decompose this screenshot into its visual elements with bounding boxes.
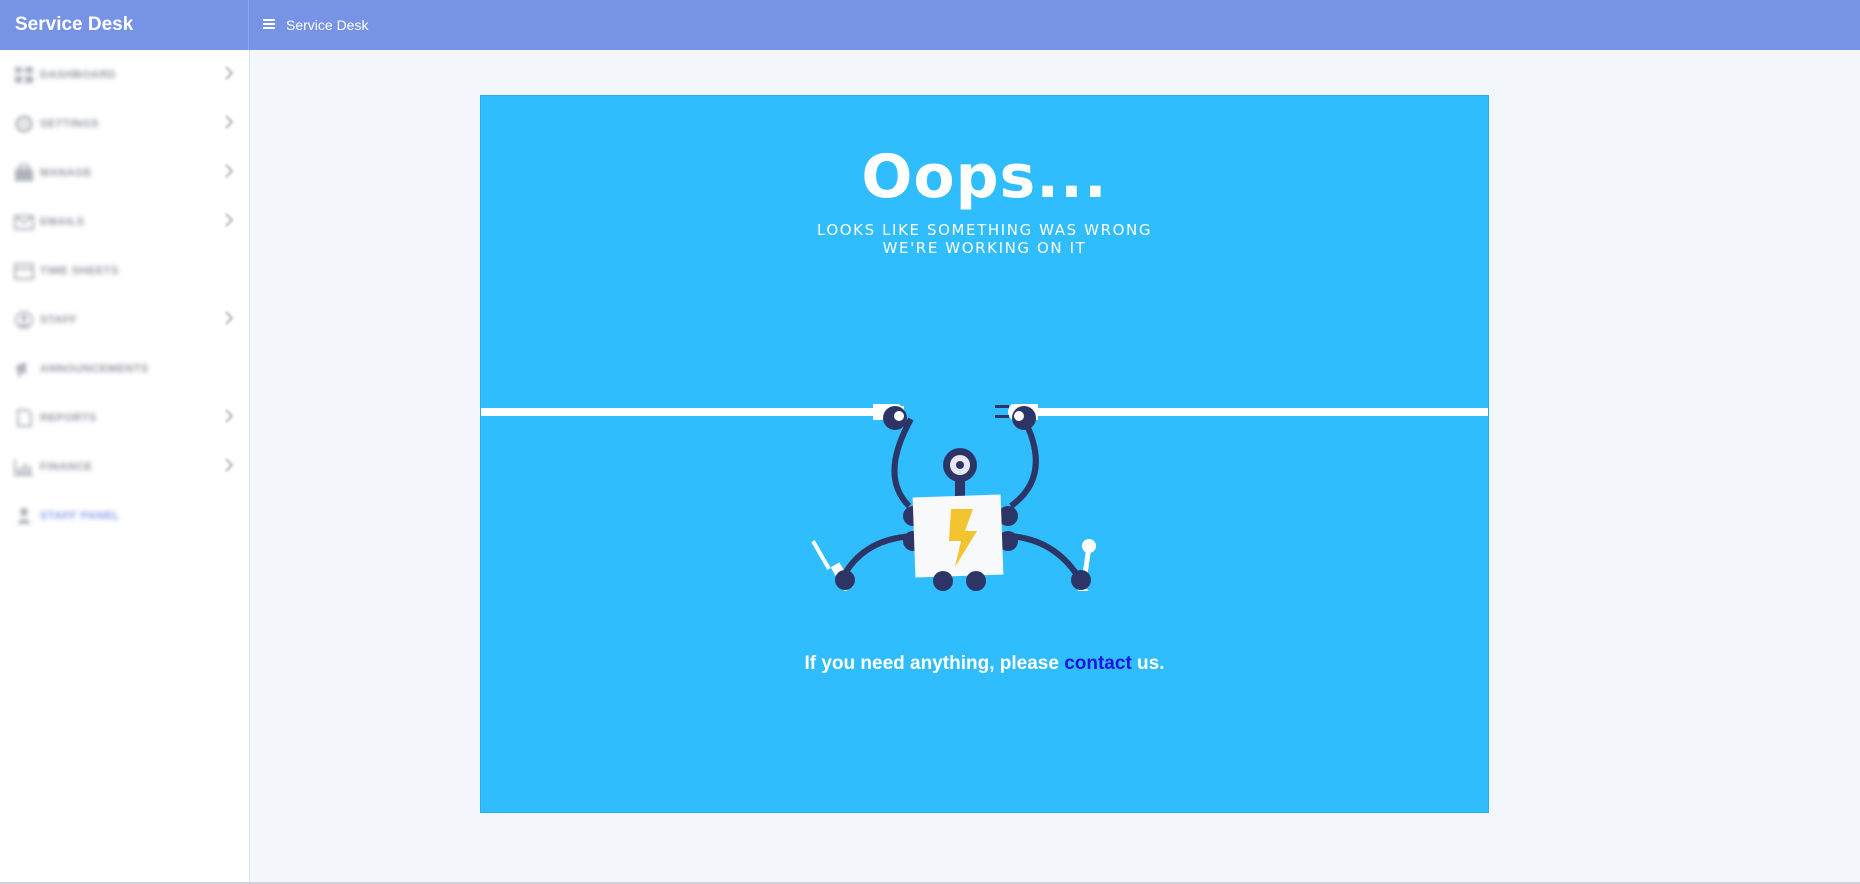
envelope-icon [14, 213, 34, 231]
sidebar-item-label: REPORTS [40, 411, 97, 424]
chevron-right-icon [225, 66, 233, 80]
brand-logo[interactable]: Service Desk [0, 0, 249, 50]
sidebar: DASHBOARD SETTINGS MANAGE EMAILS TIME SH… [0, 50, 250, 884]
error-title: Oops... [861, 142, 1108, 212]
sidebar-item-dashboard[interactable]: DASHBOARD [0, 50, 249, 99]
top-bar: Service Desk Service Desk [0, 0, 1860, 50]
briefcase-icon [14, 163, 34, 182]
wrench-icon [1071, 539, 1096, 591]
sidebar-item-settings[interactable]: SETTINGS [0, 99, 249, 148]
sidebar-item-label: SETTINGS [40, 117, 100, 130]
page-title: Service Desk [286, 17, 369, 33]
sidebar-item-label: TIME SHEETS [40, 264, 119, 277]
user-circle-icon [14, 310, 34, 329]
sidebar-item-staff[interactable]: STAFF [0, 295, 249, 344]
hamburger-menu-icon[interactable] [263, 17, 277, 33]
sidebar-item-label: MANAGE [40, 166, 92, 179]
sidebar-item-announcements[interactable]: ANNOUNCEMENTS [0, 344, 249, 393]
sidebar-item-time-sheets[interactable]: TIME SHEETS [0, 246, 249, 295]
cable-left [481, 408, 879, 416]
error-subtitle-line-1: LOOKS LIKE SOMETHING WAS WRONG [816, 221, 1153, 239]
chart-icon [14, 458, 34, 476]
contact-link[interactable]: contact [1064, 653, 1132, 674]
sidebar-item-emails[interactable]: EMAILS [0, 197, 249, 246]
contact-message-prefix: If you need anything, please [804, 653, 1065, 674]
sidebar-item-label: STAFF [40, 313, 78, 326]
sidebar-item-staff-panel[interactable]: STAFF PANEL [0, 491, 249, 540]
robot-illustration [481, 404, 1488, 591]
contact-message: If you need anything, please contact us. [481, 653, 1488, 675]
gear-icon [14, 115, 34, 133]
contact-message-suffix: us. [1131, 653, 1165, 674]
chevron-right-icon [225, 164, 233, 178]
sidebar-item-finance[interactable]: FINANCE [0, 442, 249, 491]
sidebar-item-label: ANNOUNCEMENTS [40, 362, 149, 375]
chevron-right-icon [225, 115, 233, 129]
error-subtitle-line-2: WE'RE WORKING ON IT [882, 239, 1087, 257]
document-icon [14, 408, 34, 427]
sidebar-item-reports[interactable]: REPORTS [0, 393, 249, 442]
sidebar-item-label: FINANCE [40, 460, 93, 473]
error-card: Oops... LOOKS LIKE SOMETHING WAS WRONG W… [480, 95, 1489, 813]
sidebar-item-label: EMAILS [40, 215, 85, 228]
dashboard-icon [14, 66, 34, 84]
sidebar-item-label: STAFF PANEL [40, 509, 120, 522]
sidebar-item-label: DASHBOARD [40, 68, 116, 81]
chevron-right-icon [225, 409, 233, 423]
chevron-right-icon [225, 311, 233, 325]
user-icon [14, 507, 34, 525]
chevron-right-icon [225, 213, 233, 227]
sidebar-item-manage[interactable]: MANAGE [0, 148, 249, 197]
megaphone-icon [14, 360, 34, 378]
chevron-right-icon [225, 458, 233, 472]
calendar-icon [14, 262, 34, 280]
cable-right [1026, 408, 1488, 416]
